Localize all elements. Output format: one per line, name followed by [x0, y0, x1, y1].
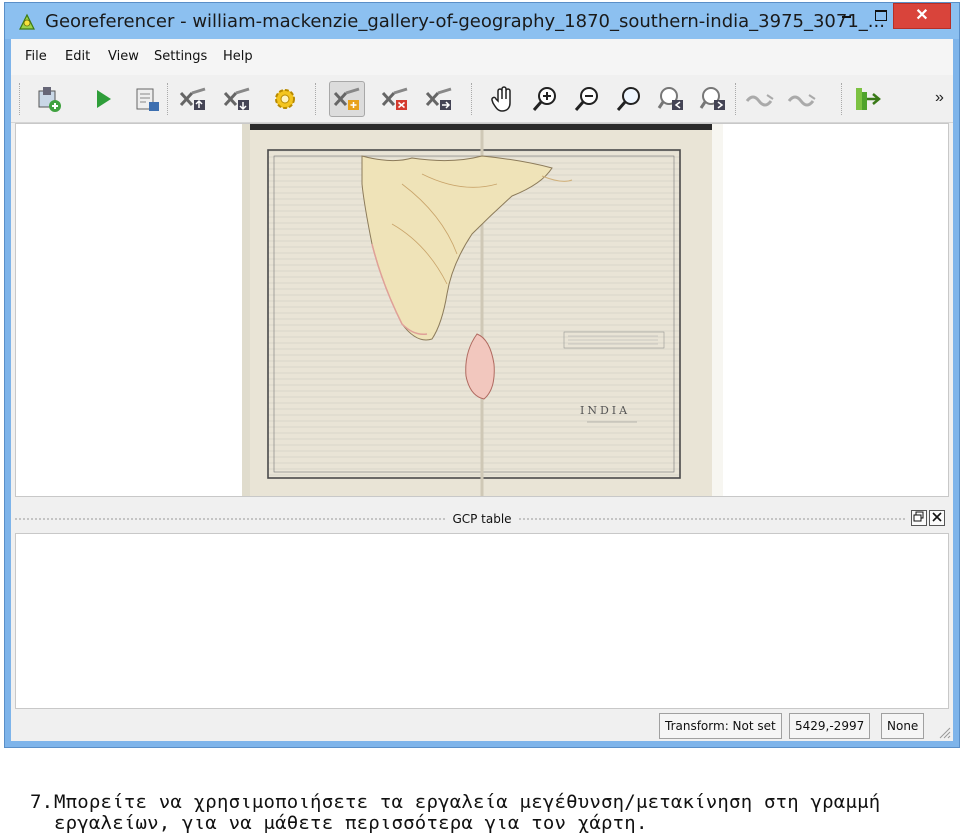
open-raster-icon[interactable] [31, 81, 67, 117]
move-gcp-point-icon[interactable] [421, 81, 457, 117]
raster-map-image: INDIA [242, 124, 723, 496]
menu-file[interactable]: File [25, 49, 47, 64]
zoom-in-icon[interactable] [527, 81, 563, 117]
zoom-out-icon[interactable] [569, 81, 605, 117]
gcp-table[interactable] [15, 533, 949, 709]
menu-settings[interactable]: Settings [154, 49, 207, 64]
save-gcp-points-icon[interactable] [219, 81, 255, 117]
georeferencer-toolbar: » [11, 75, 953, 123]
dock-float-button[interactable] [911, 510, 927, 526]
toolbar-handle[interactable] [19, 83, 21, 115]
zoom-to-layer-icon[interactable] [611, 81, 647, 117]
close-button[interactable]: ✕ [893, 3, 951, 29]
menu-view[interactable]: View [108, 49, 139, 64]
georeferencer-window: Georeferencer - william-mackenzie_galler… [4, 2, 960, 748]
add-point-icon[interactable] [329, 81, 365, 117]
transformation-settings-icon[interactable] [267, 81, 303, 117]
toolbar-overflow-button[interactable]: » [935, 89, 944, 107]
pan-icon[interactable] [485, 81, 521, 117]
toolbar-separator [167, 83, 169, 115]
zoom-last-icon[interactable] [653, 81, 689, 117]
canvas-dock-splitter[interactable] [11, 497, 953, 507]
toolbar-separator [471, 83, 473, 115]
status-bar: Transform: Not set 5429,-2997 None [11, 709, 953, 741]
toolbar-separator [315, 83, 317, 115]
coordinates-status: 5429,-2997 [789, 713, 871, 739]
gcp-table-dock-header[interactable]: GCP table [15, 507, 949, 531]
maximize-button[interactable] [867, 3, 893, 29]
gcp-table-title: GCP table [446, 512, 518, 526]
qgis-georeferencer-icon [19, 13, 35, 30]
step-number: 7. [30, 791, 54, 813]
delete-point-icon[interactable] [377, 81, 413, 117]
menu-edit[interactable]: Edit [65, 49, 90, 64]
caption-line-1: Μπορείτε να χρησιμοποιήσετε τα εργαλεία … [54, 791, 881, 813]
dock-close-button[interactable] [929, 510, 945, 526]
full-histogram-stretch-icon[interactable] [851, 81, 887, 117]
georeferencer-map-canvas[interactable]: INDIA [15, 123, 949, 497]
link-georeferencer-to-qgis-icon[interactable] [743, 81, 779, 117]
link-qgis-to-georeferencer-icon[interactable] [785, 81, 821, 117]
window-title: Georeferencer - william-mackenzie_galler… [45, 11, 885, 32]
title-bar[interactable]: Georeferencer - william-mackenzie_galler… [5, 3, 959, 39]
menu-bar: File Edit View Settings Help [11, 39, 953, 75]
generate-gdal-script-icon[interactable] [129, 81, 165, 117]
toolbar-separator [841, 83, 843, 115]
start-georeferencing-icon[interactable] [85, 81, 121, 117]
load-gcp-points-icon[interactable] [175, 81, 211, 117]
window-client-area: File Edit View Settings Help » INDIA GCP… [11, 39, 953, 741]
crs-status[interactable]: None [881, 713, 925, 739]
toolbar-separator [735, 83, 737, 115]
caption-line-2: εργαλείων, για να μάθετε περισσότερα για… [54, 812, 648, 834]
map-label-india: INDIA [580, 404, 630, 417]
minimize-button[interactable] [833, 3, 859, 29]
menu-help[interactable]: Help [223, 49, 253, 64]
zoom-next-icon[interactable] [695, 81, 731, 117]
float-icon [913, 511, 924, 522]
close-icon [932, 512, 942, 522]
resize-grip-icon[interactable] [937, 725, 951, 739]
transform-status: Transform: Not set [659, 713, 782, 739]
